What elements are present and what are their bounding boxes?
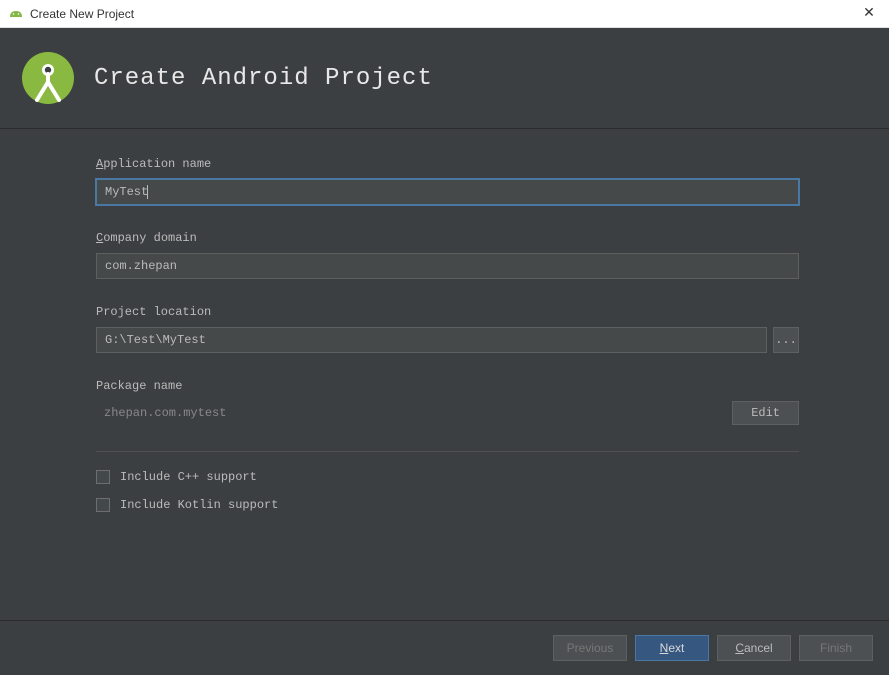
application-name-value: MyTest — [105, 185, 148, 199]
package-name-value: zhepan.com.mytest — [96, 406, 226, 420]
dialog-footer: Previous Next Cancel Finish — [0, 620, 889, 675]
cancel-mnemonic: C — [735, 641, 744, 655]
project-location-input[interactable]: G:\Test\MyTest — [96, 327, 767, 353]
include-cpp-row: Include C++ support — [96, 470, 799, 484]
separator — [96, 451, 799, 452]
form-area: Application name MyTest Company domain c… — [0, 129, 889, 620]
package-name-field: Package name zhepan.com.mytest Edit — [96, 379, 799, 425]
android-studio-logo-icon — [20, 50, 76, 106]
company-domain-input[interactable]: com.zhepan — [96, 253, 799, 279]
cancel-rest: ancel — [744, 641, 773, 655]
include-kotlin-row: Include Kotlin support — [96, 498, 799, 512]
android-studio-icon — [8, 9, 24, 19]
edit-package-button[interactable]: Edit — [732, 401, 799, 425]
application-name-input[interactable]: MyTest — [96, 179, 799, 205]
dialog-title: Create Android Project — [94, 65, 433, 92]
close-button[interactable]: ✕ — [859, 4, 879, 21]
company-domain-label: Company domain — [96, 231, 799, 245]
browse-location-button[interactable]: ... — [773, 327, 799, 353]
previous-button[interactable]: Previous — [553, 635, 627, 661]
next-button[interactable]: Next — [635, 635, 709, 661]
company-domain-field: Company domain com.zhepan — [96, 231, 799, 279]
include-kotlin-checkbox[interactable] — [96, 498, 110, 512]
application-name-label: Application name — [96, 157, 799, 171]
project-location-field: Project location G:\Test\MyTest ... — [96, 305, 799, 353]
titlebar: Create New Project ✕ — [0, 0, 889, 28]
package-name-label: Package name — [96, 379, 799, 393]
project-location-label: Project location — [96, 305, 799, 319]
project-location-value: G:\Test\MyTest — [105, 333, 206, 347]
company-domain-value: com.zhepan — [105, 259, 177, 273]
cancel-button[interactable]: Cancel — [717, 635, 791, 661]
next-rest: ext — [668, 641, 684, 655]
dialog-body: Create Android Project Application name … — [0, 28, 889, 675]
include-cpp-checkbox[interactable] — [96, 470, 110, 484]
include-cpp-label[interactable]: Include C++ support — [120, 470, 257, 484]
text-cursor-icon — [147, 185, 148, 199]
finish-button[interactable]: Finish — [799, 635, 873, 661]
include-kotlin-label[interactable]: Include Kotlin support — [120, 498, 278, 512]
application-name-field: Application name MyTest — [96, 157, 799, 205]
window-title: Create New Project — [30, 7, 134, 21]
dialog-header: Create Android Project — [0, 28, 889, 129]
